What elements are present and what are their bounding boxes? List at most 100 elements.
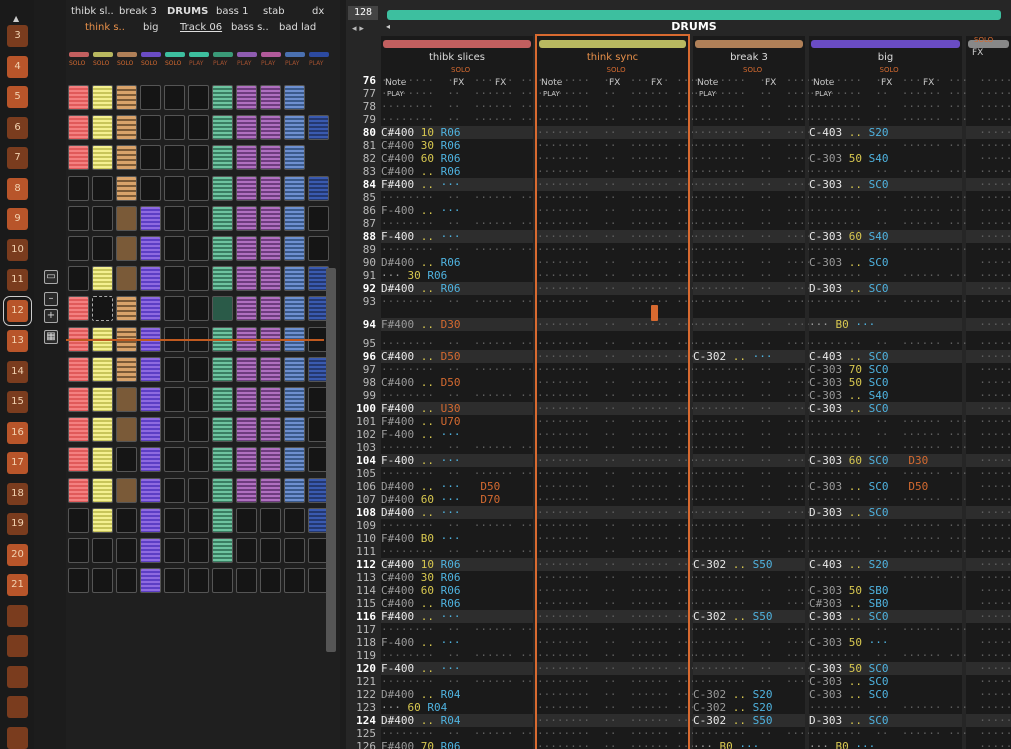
matrix-slot[interactable] [116, 266, 137, 292]
sequence-slot[interactable] [7, 726, 28, 749]
matrix-slot[interactable] [92, 236, 113, 261]
matrix-slot[interactable] [284, 417, 305, 443]
matrix-slot[interactable] [260, 477, 281, 503]
matrix-track-label[interactable]: bad lad [279, 22, 316, 33]
matrix-slot[interactable] [212, 387, 233, 412]
matrix-slot[interactable] [188, 296, 209, 322]
matrix-slot[interactable] [236, 205, 257, 231]
matrix-slot[interactable] [164, 296, 185, 322]
matrix-track-label[interactable]: bass s.. [231, 22, 269, 33]
matrix-slot[interactable] [164, 507, 185, 533]
matrix-slot[interactable] [68, 175, 89, 201]
matrix-slot[interactable] [140, 417, 161, 443]
matrix-slot[interactable] [236, 356, 257, 382]
matrix-slot[interactable] [260, 115, 281, 141]
matrix-slot[interactable] [92, 115, 113, 141]
matrix-track-label[interactable]: break 3 [119, 6, 157, 17]
matrix-slot[interactable] [308, 115, 329, 141]
matrix-slot[interactable] [212, 417, 233, 443]
matrix-slot[interactable] [260, 145, 281, 171]
matrix-slot[interactable] [236, 417, 257, 443]
matrix-slot[interactable] [236, 447, 257, 473]
matrix-slot[interactable] [116, 387, 137, 412]
sequence-slot[interactable]: 3 [7, 25, 28, 47]
matrix-slot[interactable] [284, 175, 305, 201]
sequence-slot[interactable]: 21 [7, 574, 28, 596]
sequence-slot[interactable]: 7 [7, 147, 28, 169]
matrix-track-state[interactable]: PLAY [189, 60, 211, 67]
matrix-slot[interactable] [260, 175, 281, 201]
matrix-slot[interactable] [140, 145, 161, 171]
matrix-track-label[interactable]: Track 06 [180, 22, 222, 33]
matrix-slot[interactable] [284, 477, 305, 503]
matrix-slot[interactable] [212, 145, 233, 171]
matrix-slot[interactable] [188, 145, 209, 171]
matrix-slot[interactable] [284, 447, 305, 473]
matrix-track-state[interactable]: PLAY [237, 60, 259, 67]
sequence-slot[interactable]: 8 [7, 177, 28, 200]
matrix-slot[interactable] [236, 236, 257, 261]
sequence-slot[interactable]: 12 [3, 295, 32, 326]
matrix-slot[interactable] [116, 568, 137, 594]
matrix-slot[interactable] [188, 477, 209, 503]
matrix-track-state[interactable]: PLAY [309, 60, 331, 67]
matrix-track-state[interactable]: SOLO [69, 60, 91, 67]
matrix-slot[interactable] [140, 85, 161, 110]
matrix-slot[interactable] [140, 175, 161, 201]
sequence-slot[interactable]: 5 [7, 86, 28, 108]
matrix-slot[interactable] [68, 447, 89, 473]
matrix-slot[interactable] [116, 538, 137, 563]
matrix-slot[interactable] [116, 356, 137, 382]
sequence-slot[interactable]: 9 [7, 208, 28, 230]
matrix-slot[interactable] [212, 477, 233, 503]
matrix-slot[interactable] [140, 236, 161, 261]
matrix-slot[interactable] [260, 296, 281, 322]
matrix-slot[interactable] [260, 205, 281, 231]
matrix-slot[interactable] [92, 175, 113, 201]
matrix-slot[interactable] [236, 175, 257, 201]
matrix-track-label[interactable]: DRUMS [167, 6, 208, 17]
sequence-slot[interactable]: 11 [7, 269, 28, 291]
matrix-slot[interactable] [236, 507, 257, 533]
matrix-slot[interactable] [92, 296, 113, 322]
matrix-slot[interactable] [164, 85, 185, 110]
matrix-slot[interactable] [284, 205, 305, 231]
matrix-slot[interactable] [116, 145, 137, 171]
matrix-track-state[interactable]: SOLO [93, 60, 115, 67]
matrix-slot[interactable] [260, 447, 281, 473]
matrix-track-state[interactable]: SOLO [141, 60, 163, 67]
matrix-scrollbar[interactable] [326, 268, 336, 652]
matrix-track-label[interactable]: thibk sl.. [71, 6, 114, 17]
matrix-slot[interactable] [188, 568, 209, 594]
matrix-slot[interactable] [308, 205, 329, 231]
matrix-slot[interactable] [284, 538, 305, 563]
matrix-track-state[interactable]: PLAY [261, 60, 283, 67]
matrix-slot[interactable] [116, 115, 137, 141]
matrix-slot[interactable] [140, 356, 161, 382]
matrix-slot[interactable] [236, 538, 257, 563]
matrix-slot[interactable] [140, 115, 161, 141]
matrix-track-state[interactable]: SOLO [117, 60, 139, 67]
sequence-slot[interactable]: 14 [7, 360, 28, 383]
matrix-slot[interactable] [116, 175, 137, 201]
matrix-track-label[interactable]: stab [263, 6, 285, 17]
matrix-slot[interactable] [236, 85, 257, 110]
matrix-slot[interactable] [188, 205, 209, 231]
sequence-slot[interactable]: 4 [7, 55, 28, 78]
matrix-slot[interactable] [188, 538, 209, 563]
scroll-arrows-icon[interactable]: ◂ ▸ [352, 24, 364, 34]
matrix-slot[interactable] [164, 175, 185, 201]
matrix-slot[interactable] [284, 507, 305, 533]
matrix-slot[interactable] [212, 296, 233, 322]
matrix-slot[interactable] [284, 145, 305, 171]
matrix-slot[interactable] [68, 205, 89, 231]
matrix-slot[interactable] [236, 266, 257, 292]
matrix-slot[interactable] [68, 85, 89, 110]
matrix-slot[interactable] [68, 115, 89, 141]
matrix-slot[interactable] [188, 507, 209, 533]
group-scroll-left-icon[interactable]: ◂ [386, 22, 390, 31]
matrix-slot[interactable] [92, 477, 113, 503]
matrix-slot[interactable] [164, 145, 185, 171]
matrix-slot[interactable] [116, 417, 137, 443]
matrix-track-state[interactable]: SOLO [165, 60, 187, 67]
